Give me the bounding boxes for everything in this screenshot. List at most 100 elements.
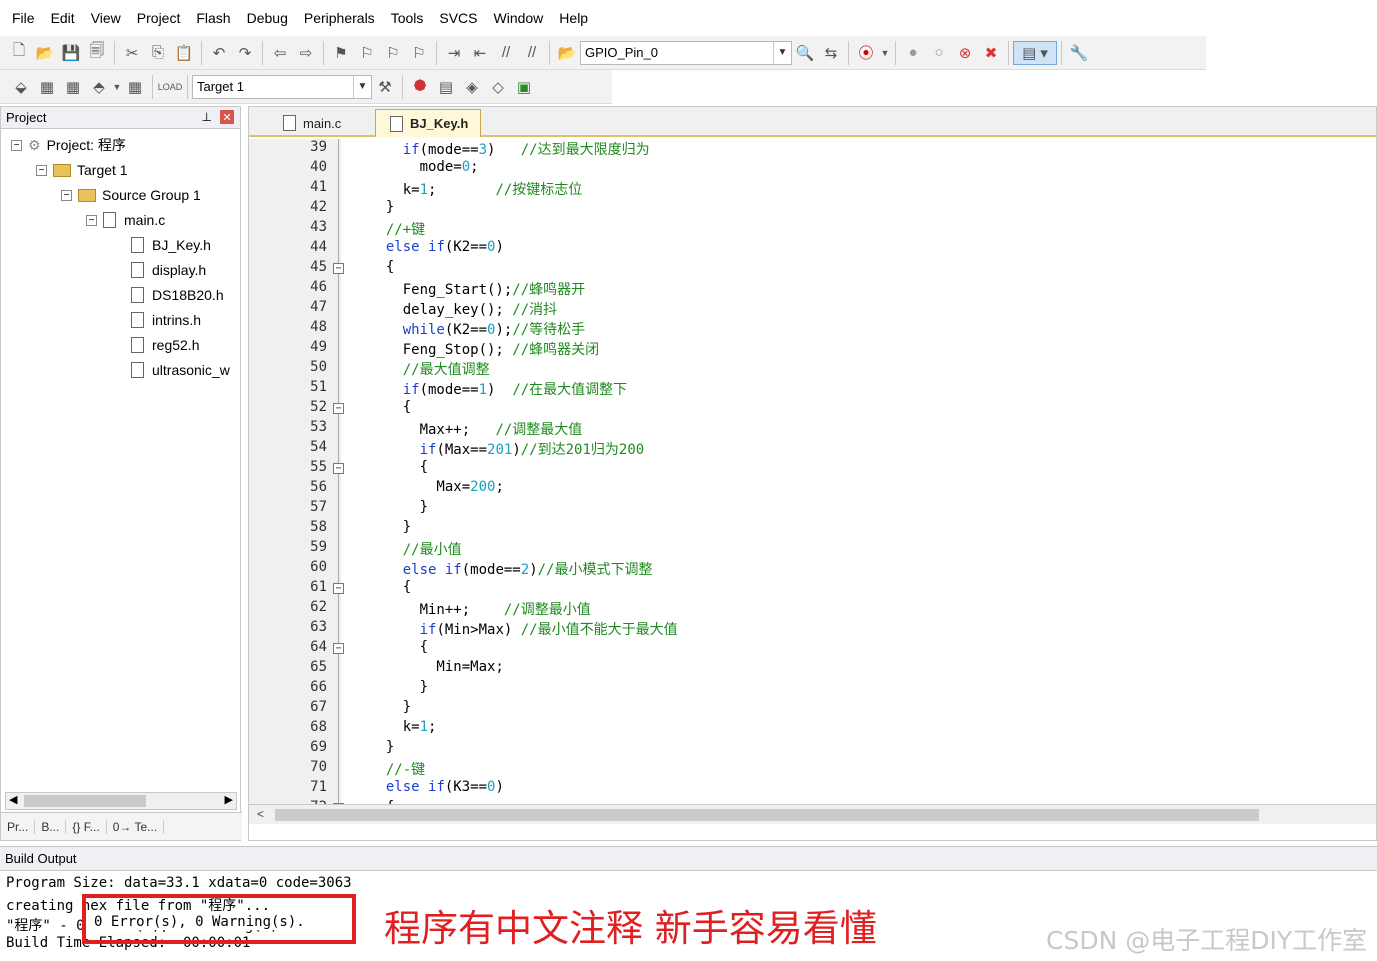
debug-start-icon[interactable]: ⦿: [853, 41, 879, 65]
tree-file-header[interactable]: intrins.h: [131, 310, 201, 330]
new-file-icon[interactable]: 🗋: [6, 41, 32, 65]
download-icon[interactable]: LOAD: [157, 75, 183, 99]
select-packs-icon[interactable]: ◈: [459, 75, 485, 99]
code-token: }: [369, 699, 412, 715]
disable-breakpoints-icon[interactable]: ⊗: [952, 41, 978, 65]
tree-file-header[interactable]: BJ_Key.h: [131, 235, 211, 255]
collapse-icon[interactable]: −: [61, 189, 72, 201]
stop-build-icon[interactable]: ▦: [122, 75, 148, 99]
code-text: else if(mode==2)//最小模式下调整: [369, 559, 653, 579]
collapse-icon[interactable]: −: [11, 139, 22, 151]
tree-source-group[interactable]: − Source Group 1: [61, 185, 201, 205]
nav-back-icon[interactable]: ⇦: [267, 41, 293, 65]
code-token: if: [428, 239, 445, 255]
editor-tab[interactable]: main.c: [269, 109, 353, 137]
close-icon[interactable]: ✕: [220, 110, 234, 124]
configure-icon[interactable]: 🔧: [1066, 41, 1092, 65]
save-icon[interactable]: 💾: [58, 41, 84, 65]
open-file-icon[interactable]: 📂: [32, 41, 58, 65]
indent-icon[interactable]: ⇥: [441, 41, 467, 65]
cut-icon[interactable]: ✂: [119, 41, 145, 65]
tree-file-header[interactable]: DS18B20.h: [131, 285, 224, 305]
pack-installer-icon[interactable]: ▣: [511, 75, 537, 99]
nav-forward-icon[interactable]: ⇨: [293, 41, 319, 65]
menu-view[interactable]: View: [83, 10, 129, 26]
code-text: k=1; //按键标志位: [369, 179, 583, 199]
project-tab[interactable]: {} F...: [66, 819, 107, 834]
fold-toggle-icon[interactable]: −: [333, 263, 344, 274]
project-tab[interactable]: 0→ Te...: [107, 819, 165, 834]
menu-project[interactable]: Project: [129, 10, 189, 26]
code-area[interactable]: 39 if(mode==3) //达到最大限度归为 40 mode=0; 41 k=…: [249, 139, 1376, 809]
rebuild-icon[interactable]: ▦: [60, 75, 86, 99]
editor-horizontal-scrollbar[interactable]: <: [249, 804, 1376, 824]
build-icon[interactable]: ▦: [34, 75, 60, 99]
chevron-down-icon[interactable]: ▼: [773, 41, 791, 64]
bookmark-icon[interactable]: ⚑: [328, 41, 354, 65]
comment-icon[interactable]: //: [493, 41, 519, 65]
file-extensions-icon[interactable]: ▤: [433, 75, 459, 99]
project-horizontal-scrollbar[interactable]: ◀ ▶: [5, 792, 237, 810]
menu-svcs[interactable]: SVCS: [431, 10, 485, 26]
undo-icon[interactable]: ↶: [206, 41, 232, 65]
chevron-down-icon[interactable]: ▼: [353, 75, 371, 98]
collapse-icon[interactable]: −: [36, 164, 47, 176]
editor-tab[interactable]: BJ_Key.h: [375, 109, 482, 137]
target-options-icon[interactable]: ⚒: [372, 75, 398, 99]
find-in-files-icon[interactable]: 📂: [554, 41, 580, 65]
file-icon: [131, 287, 144, 303]
translate-icon[interactable]: ⬙: [8, 75, 34, 99]
menu-tools[interactable]: Tools: [383, 10, 432, 26]
scrollbar-thumb[interactable]: [275, 809, 1259, 821]
menu-peripherals[interactable]: Peripherals: [296, 10, 383, 26]
menu-debug[interactable]: Debug: [239, 10, 296, 26]
copy-icon[interactable]: ⎘: [145, 41, 171, 65]
code-line: 60 else if(mode==2)//最小模式下调整: [249, 559, 1369, 579]
manage-components-icon[interactable]: ⯄: [407, 75, 433, 99]
unindent-icon[interactable]: ⇤: [467, 41, 493, 65]
function-combo[interactable]: GPIO_Pin_0 ▼: [580, 40, 792, 65]
tree-file-header[interactable]: ultrasonic_w: [131, 360, 230, 380]
scroll-left-icon[interactable]: <: [257, 807, 264, 821]
chevron-down-icon[interactable]: ▼: [112, 75, 122, 99]
menu-help[interactable]: Help: [551, 10, 596, 26]
fold-toggle-icon[interactable]: −: [333, 403, 344, 414]
menu-window[interactable]: Window: [486, 10, 552, 26]
find-icon[interactable]: 🔍: [792, 41, 818, 65]
uncomment-icon[interactable]: //: [519, 41, 545, 65]
scroll-right-icon[interactable]: ▶: [225, 793, 233, 806]
chevron-down-icon[interactable]: ▼: [879, 41, 891, 65]
save-all-icon[interactable]: 🗐: [84, 41, 110, 65]
menu-flash[interactable]: Flash: [188, 10, 238, 26]
breakpoint-icon[interactable]: ●: [900, 41, 926, 65]
redo-icon[interactable]: ↷: [232, 41, 258, 65]
collapse-icon[interactable]: −: [86, 214, 97, 226]
fold-toggle-icon[interactable]: −: [333, 643, 344, 654]
project-tab[interactable]: B...: [35, 819, 67, 834]
scroll-left-icon[interactable]: ◀: [9, 793, 17, 806]
tree-target[interactable]: − Target 1: [36, 160, 128, 180]
prev-bookmark-icon[interactable]: ⚐: [354, 41, 380, 65]
tree-file-header[interactable]: display.h: [131, 260, 206, 280]
pin-icon[interactable]: ⊥: [202, 110, 212, 124]
paste-icon[interactable]: 📋: [171, 41, 197, 65]
manage-rte-icon[interactable]: ◇: [485, 75, 511, 99]
fold-toggle-icon[interactable]: −: [333, 583, 344, 594]
window-layout-icon[interactable]: ▤ ▾: [1013, 40, 1057, 65]
tree-project-root[interactable]: − ⚙ Project: 程序: [11, 135, 126, 155]
tree-file-header[interactable]: reg52.h: [131, 335, 199, 355]
batch-build-icon[interactable]: ⬘: [86, 75, 112, 99]
project-tab[interactable]: Pr...: [1, 819, 36, 834]
incremental-find-icon[interactable]: ⇆: [818, 41, 844, 65]
menu-file[interactable]: File: [4, 10, 43, 26]
scrollbar-thumb[interactable]: [24, 795, 146, 807]
clear-bookmarks-icon[interactable]: ⚐: [406, 41, 432, 65]
next-bookmark-icon[interactable]: ⚐: [380, 41, 406, 65]
breakpoint-disabled-icon[interactable]: ○: [926, 41, 952, 65]
tree-file-main[interactable]: − main.c: [86, 210, 165, 230]
fold-toggle-icon[interactable]: −: [333, 463, 344, 474]
kill-breakpoints-icon[interactable]: ✖: [978, 41, 1004, 65]
code-token: 3: [478, 142, 488, 158]
target-combo[interactable]: Target 1 ▼: [192, 74, 372, 99]
menu-edit[interactable]: Edit: [43, 10, 83, 26]
